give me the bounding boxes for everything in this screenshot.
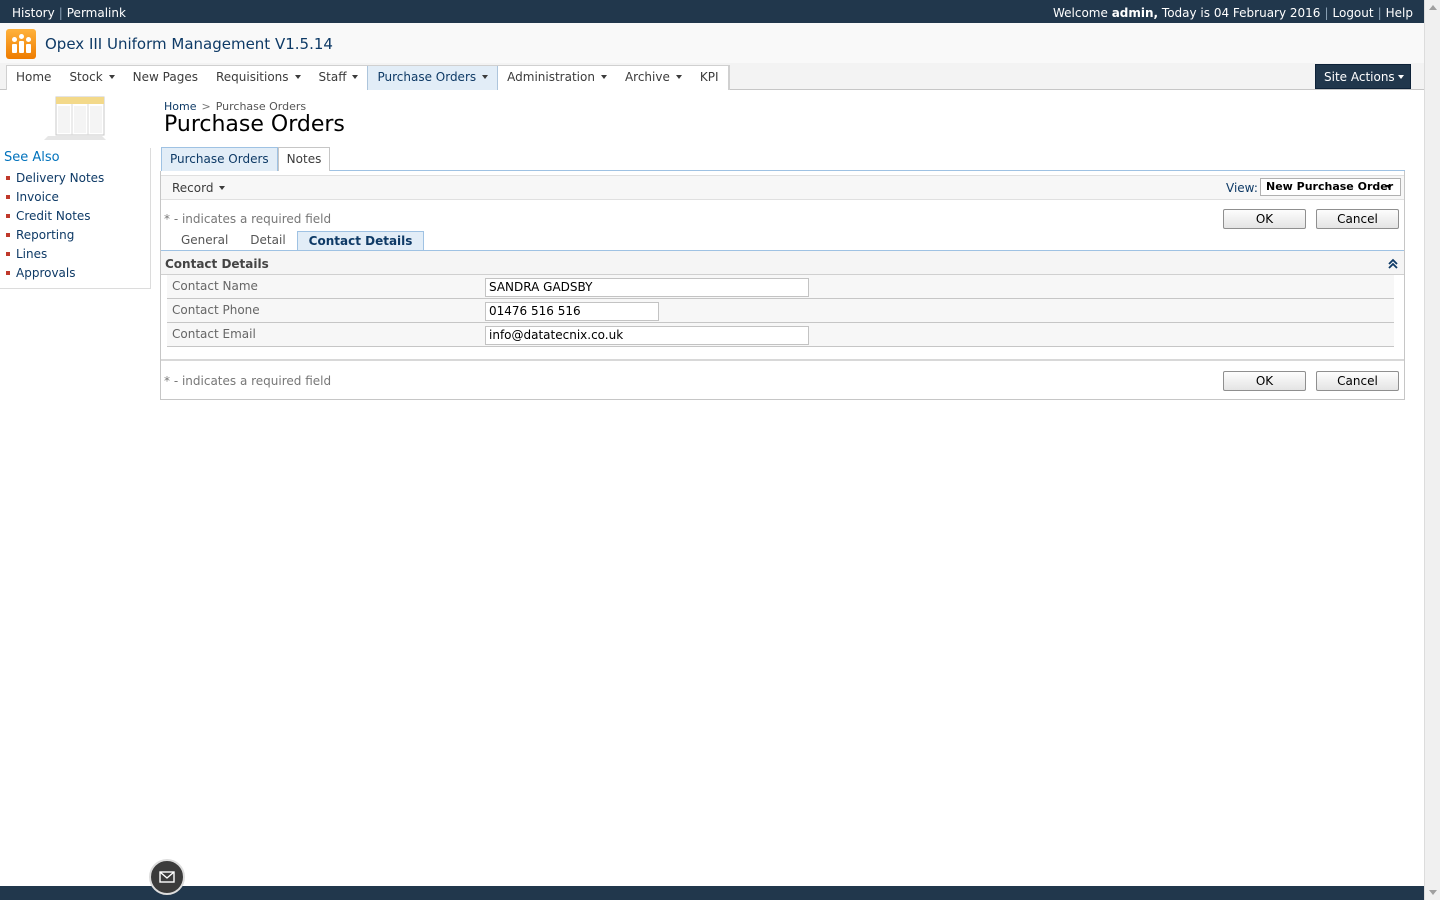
form-toolbar [161,175,1404,200]
required-field-note-bottom: * - indicates a required field [164,374,332,388]
dropdown-caret-icon [352,75,359,79]
bullet-icon [6,195,10,199]
field-row-contact-name: Contact Name SANDRA GADSBY [167,275,1394,299]
bullet-icon [6,233,10,237]
see-also-heading: See Also [4,150,60,165]
site-logo-icon[interactable] [6,29,36,59]
section-header [161,251,1404,275]
ok-button-top[interactable]: OK [1223,209,1306,229]
username: admin, [1111,6,1159,20]
site-actions-button[interactable]: Site Actions [1315,64,1411,89]
see-also-list: Delivery Notes Invoice Credit Notes Repo… [6,171,104,285]
see-also-approvals[interactable]: Approvals [6,266,104,285]
vertical-scrollbar[interactable] [1424,0,1440,900]
separator: | [58,6,63,20]
user-info: Welcome admin, Today is 04 February 2016… [1052,6,1413,20]
bullet-icon [6,176,10,180]
field-row-contact-email: Contact Email info@datatecnix.co.uk [167,323,1394,347]
form-section-tabs: General Detail Contact Details [170,231,425,250]
see-also-reporting[interactable]: Reporting [6,228,104,247]
site-title[interactable]: Opex III Uniform Management V1.5.14 [45,35,333,53]
see-also-credit-notes[interactable]: Credit Notes [6,209,104,228]
page-title: Purchase Orders [164,112,345,137]
dropdown-caret-icon [294,75,301,79]
nav-purchase-orders[interactable]: Purchase Orders [367,66,499,90]
scroll-up-icon[interactable] [1429,5,1437,10]
contact-name-input[interactable]: SANDRA GADSBY [485,278,809,297]
bullet-icon [6,214,10,218]
field-row-contact-phone: Contact Phone 01476 516 516 [167,299,1394,323]
contact-email-label: Contact Email [172,327,256,341]
view-select[interactable]: New Purchase Order [1260,178,1401,196]
dropdown-caret-icon [482,75,489,79]
dropdown-caret-icon [1397,75,1404,79]
help-link[interactable]: Help [1386,6,1413,20]
collapse-icon[interactable] [1387,258,1399,270]
nav-staff[interactable]: Staff [310,66,368,90]
contact-phone-input[interactable]: 01476 516 516 [485,302,659,321]
section-title: Contact Details [165,257,269,271]
see-also-delivery-notes[interactable]: Delivery Notes [6,171,104,190]
tab-purchase-orders[interactable]: Purchase Orders [161,147,278,171]
record-menu[interactable]: Record [172,181,226,195]
date-text: Today is 04 February 2016 [1158,6,1321,20]
dropdown-caret-icon [108,75,115,79]
welcome-text: Welcome [1052,6,1112,20]
top-bar: History | Permalink Welcome admin, Today i… [0,0,1424,23]
see-also-lines[interactable]: Lines [6,247,104,266]
nav-archive[interactable]: Archive [616,66,691,90]
nav-kpi[interactable]: KPI [691,66,729,90]
tab-contact-details[interactable]: Contact Details [296,231,425,250]
contact-name-label: Contact Name [172,279,258,293]
cancel-button-top[interactable]: Cancel [1316,209,1399,229]
contact-phone-label: Contact Phone [172,303,260,317]
ok-button-bottom[interactable]: OK [1223,371,1306,391]
feedback-mail-button[interactable] [149,859,185,895]
bullet-icon [6,252,10,256]
nav-new-pages[interactable]: New Pages [124,66,207,90]
history-link[interactable]: History [12,6,55,20]
bottom-bar [0,886,1424,900]
required-field-note-top: * - indicates a required field [164,212,332,226]
dropdown-caret-icon [1386,185,1392,189]
page-image-icon [44,96,106,140]
nav-requisitions[interactable]: Requisitions [207,66,310,90]
scroll-down-icon[interactable] [1429,890,1437,895]
dropdown-caret-icon [219,186,226,190]
nav-stock[interactable]: Stock [60,66,123,90]
contact-email-input[interactable]: info@datatecnix.co.uk [485,326,809,345]
tab-detail[interactable]: Detail [239,231,296,250]
mail-icon [159,871,175,883]
permalink-link[interactable]: Permalink [67,6,126,20]
logout-link[interactable]: Logout [1333,6,1374,20]
page-tabs: Purchase Orders Notes [161,147,1405,171]
form-separator [161,359,1404,361]
bullet-icon [6,271,10,275]
dropdown-caret-icon [600,75,607,79]
global-nav: Home Stock New Pages Requisitions Staff … [6,65,730,90]
nav-administration[interactable]: Administration [498,66,616,90]
dropdown-caret-icon [675,75,682,79]
tab-notes[interactable]: Notes [277,147,331,171]
tab-general[interactable]: General [170,231,239,250]
see-also-invoice[interactable]: Invoice [6,190,104,209]
nav-home[interactable]: Home [7,66,60,90]
cancel-button-bottom[interactable]: Cancel [1316,371,1399,391]
view-label: View: [1226,181,1258,195]
top-links: History | Permalink [12,6,126,20]
